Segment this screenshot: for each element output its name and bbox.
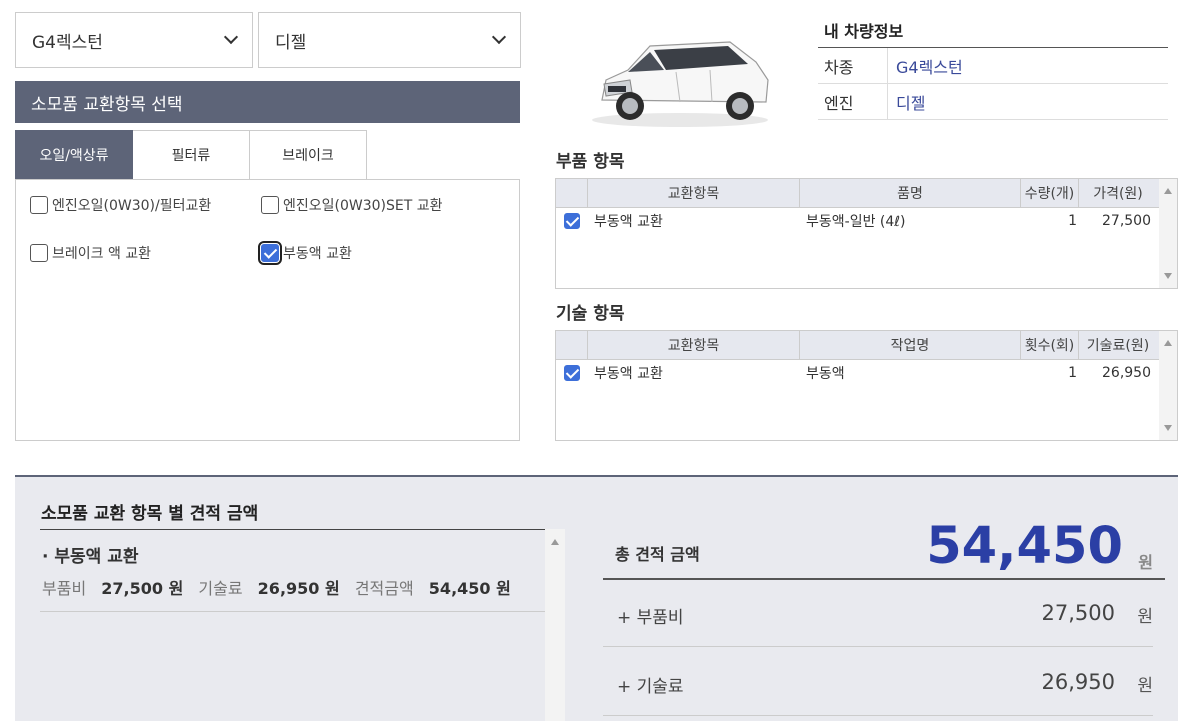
checkbox-checked[interactable] xyxy=(258,241,282,265)
table-row[interactable]: 부동액 교환 부동액-일반 (4ℓ) 1 27,500 xyxy=(556,208,1177,234)
scroll-down-icon[interactable] xyxy=(1164,425,1172,431)
checkbox[interactable] xyxy=(261,196,279,214)
vehicle-info-value: G4렉스턴 xyxy=(896,57,963,77)
labor-subtotal-label: + 기술료 xyxy=(617,677,684,697)
checkbox[interactable] xyxy=(30,244,48,262)
table-row[interactable]: 부동액 교환 부동액 1 26,950 xyxy=(556,360,1177,386)
labor-grid: 교환항목 작업명 횟수(회) 기술료(원) 부동액 교환 부동액 1 26,95… xyxy=(555,330,1178,441)
estimate-item-name: · 부동액 교환 xyxy=(42,547,139,567)
cell-item: 부동액 교환 xyxy=(594,366,663,382)
column-header[interactable]: 품명 xyxy=(800,179,1021,207)
checkbox[interactable] xyxy=(30,196,48,214)
cell-qty: 1 xyxy=(1068,365,1077,381)
column-header[interactable]: 수량(개) xyxy=(1021,179,1079,207)
cell-qty: 1 xyxy=(1068,213,1077,229)
car-model-select-value: G4렉스턴 xyxy=(32,32,103,53)
labor-subtotal-unit: 원 xyxy=(1137,676,1153,696)
scrollbar[interactable] xyxy=(1159,179,1177,288)
cell-item: 부동액 교환 xyxy=(594,214,663,230)
column-header[interactable]: 교환항목 xyxy=(588,179,800,207)
chevron-down-icon xyxy=(223,29,239,45)
scroll-up-icon[interactable] xyxy=(1164,340,1172,346)
column-header[interactable]: 작업명 xyxy=(800,331,1021,359)
estimate-item-line: 부품비 27,500 원 기술료 26,950 원 견적금액 54,450 원 xyxy=(42,575,521,599)
vehicle-info-table: 차종 G4렉스턴 엔진 디젤 xyxy=(818,47,1168,120)
parts-subtotal-value: 27,500 xyxy=(1041,601,1115,625)
cell-price: 27,500 xyxy=(1102,213,1151,229)
chevron-down-icon xyxy=(491,29,507,45)
column-header[interactable]: 가격(원) xyxy=(1079,179,1157,207)
estimate-total-value: 54,450 원 xyxy=(428,579,511,598)
check-label: 브레이크 액 교환 xyxy=(52,246,152,262)
check-coolant[interactable]: 부동액 교환 xyxy=(258,241,352,265)
cell-price: 26,950 xyxy=(1102,365,1151,381)
column-header[interactable]: 기술료(원) xyxy=(1079,331,1157,359)
parts-cost-value: 27,500 원 xyxy=(101,579,184,598)
tab-oil-fluids[interactable]: 오일/액상류 xyxy=(15,130,133,180)
column-header[interactable]: 횟수(회) xyxy=(1021,331,1079,359)
vehicle-info-key: 엔진 xyxy=(818,84,888,119)
check-label: 엔진오일(0W30)SET 교환 xyxy=(283,198,443,214)
scroll-up-icon[interactable] xyxy=(551,539,559,545)
parts-subtotal-row: + 부품비 27,500 원 xyxy=(603,579,1153,647)
labor-cost-value: 26,950 원 xyxy=(257,579,340,598)
parts-title: 부품 항목 xyxy=(556,152,625,172)
vehicle-info-value: 디젤 xyxy=(896,93,926,113)
header-check-cell xyxy=(556,331,588,359)
estimate-panel: 소모품 교환 항목 별 견적 금액 · 부동액 교환 부품비 27,500 원 … xyxy=(15,475,1178,721)
header-check-cell xyxy=(556,179,588,207)
engine-select-value: 디젤 xyxy=(275,32,307,53)
parts-subtotal-unit: 원 xyxy=(1137,607,1153,627)
parts-subtotal-label: + 부품비 xyxy=(617,608,684,628)
tab-brakes[interactable]: 브레이크 xyxy=(250,130,367,180)
check-label: 부동액 교환 xyxy=(283,246,352,262)
estimate-title: 소모품 교환 항목 별 견적 금액 xyxy=(41,504,259,524)
checkbox-checked[interactable] xyxy=(564,213,580,229)
scrollbar[interactable] xyxy=(1159,331,1177,440)
check-panel: 엔진오일(0W30)/필터교환 엔진오일(0W30)SET 교환 브레이크 액 … xyxy=(15,179,520,441)
total-label: 총 견적 금액 xyxy=(615,545,700,564)
scrollbar[interactable] xyxy=(545,529,565,721)
estimate-total-label: 견적금액 xyxy=(354,579,414,598)
cell-name: 부동액 xyxy=(806,366,845,382)
car-model-select[interactable]: G4렉스턴 xyxy=(15,12,253,68)
vehicle-info-row: 차종 G4렉스턴 xyxy=(818,48,1168,84)
vehicle-info-title: 내 차량정보 xyxy=(824,22,904,41)
labor-title: 기술 항목 xyxy=(556,304,625,324)
vehicle-info-key: 차종 xyxy=(818,48,888,83)
category-tabs: 오일/액상류 필터류 브레이크 xyxy=(15,130,367,180)
grid-header: 교환항목 작업명 횟수(회) 기술료(원) xyxy=(556,331,1177,360)
labor-subtotal-row: + 기술료 26,950 원 xyxy=(603,648,1153,716)
section-title: 소모품 교환항목 선택 xyxy=(15,81,520,123)
check-label: 엔진오일(0W30)/필터교환 xyxy=(52,198,212,214)
scroll-up-icon[interactable] xyxy=(1164,188,1172,194)
row-check-cell xyxy=(556,208,588,234)
estimate-list: · 부동액 교환 부품비 27,500 원 기술료 26,950 원 견적금액 … xyxy=(40,529,548,721)
grid-header: 교환항목 품명 수량(개) 가격(원) xyxy=(556,179,1177,208)
cell-name: 부동액-일반 (4ℓ) xyxy=(806,214,906,230)
check-brake-fluid[interactable]: 브레이크 액 교환 xyxy=(30,243,151,263)
total-unit: 원 xyxy=(1138,553,1153,572)
divider xyxy=(40,611,546,612)
car-image xyxy=(592,41,769,127)
labor-subtotal-value: 26,950 xyxy=(1041,670,1115,694)
parts-grid: 교환항목 품명 수량(개) 가격(원) 부동액 교환 부동액-일반 (4ℓ) 1… xyxy=(555,178,1178,289)
parts-cost-label: 부품비 xyxy=(42,579,87,598)
column-header[interactable]: 교환항목 xyxy=(588,331,800,359)
engine-select[interactable]: 디젤 xyxy=(258,12,521,68)
labor-cost-label: 기술료 xyxy=(198,579,243,598)
scroll-down-icon[interactable] xyxy=(1164,273,1172,279)
check-engine-oil-filter[interactable]: 엔진오일(0W30)/필터교환 xyxy=(30,195,211,215)
vehicle-info-row: 엔진 디젤 xyxy=(818,84,1168,120)
row-check-cell xyxy=(556,360,588,386)
total-amount: 54,450 xyxy=(926,517,1123,576)
check-engine-oil-set[interactable]: 엔진오일(0W30)SET 교환 xyxy=(261,195,443,215)
tab-filters[interactable]: 필터류 xyxy=(133,130,250,180)
checkbox-checked[interactable] xyxy=(564,365,580,381)
